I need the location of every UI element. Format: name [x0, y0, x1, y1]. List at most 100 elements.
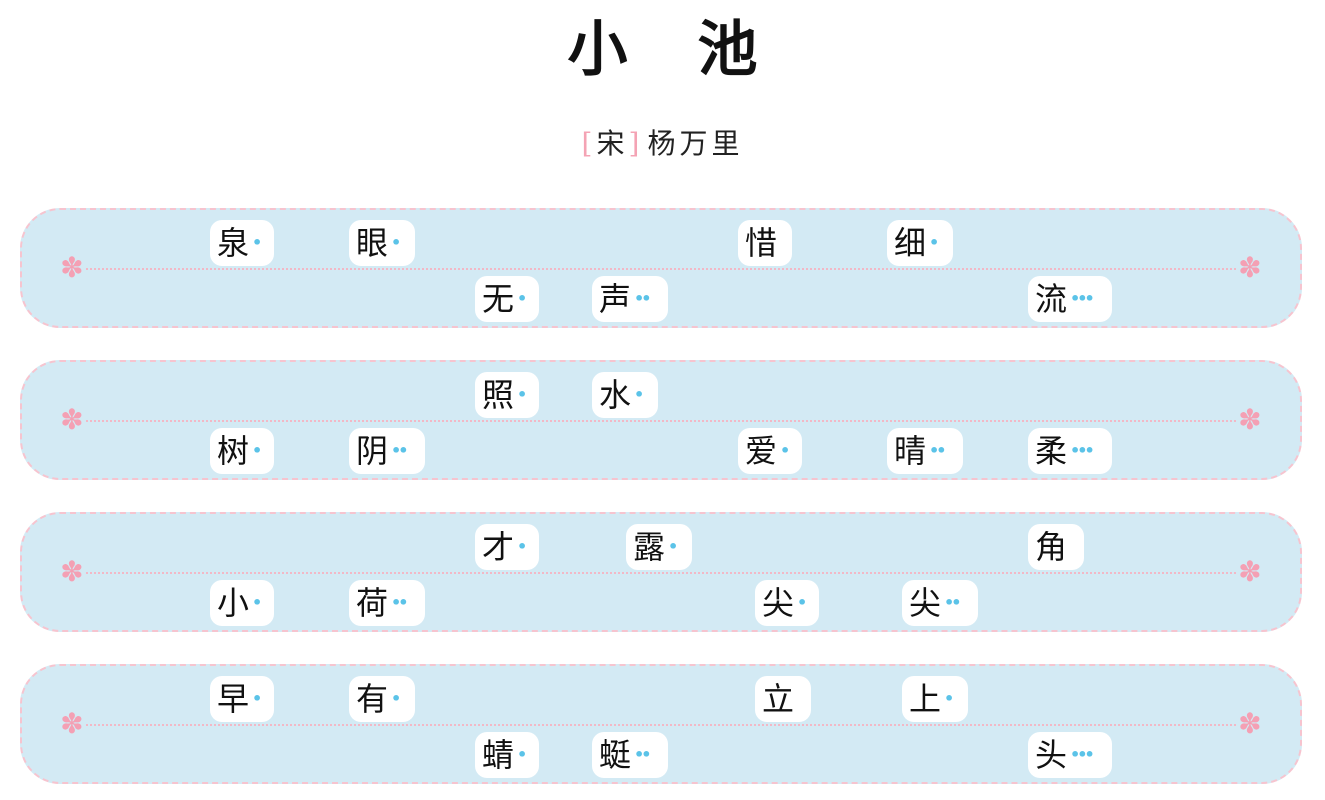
poem-line-3: ✽ ✽ 小 • 荷 •• 才 • 露 • 尖 • 尖 •• 角 [20, 512, 1302, 632]
char-cell: 上 • [902, 676, 968, 722]
bracket-open: [ [581, 127, 593, 160]
char-cell: 爱 • [738, 428, 802, 474]
poem-char: 露 [633, 528, 666, 566]
char-cell: 阴 •• [349, 428, 425, 474]
rhythm-dots: • [517, 745, 527, 764]
rhythm-dots: • [252, 689, 262, 708]
rhythm-dots: •• [634, 289, 652, 308]
poem-char: 无 [482, 280, 515, 318]
rhythm-dots: • [252, 441, 262, 460]
rhythm-dots: • [797, 593, 807, 612]
flower-icon: ✽ [1238, 555, 1262, 588]
poem-char: 眼 [356, 224, 389, 262]
rhythm-dots: • [668, 537, 678, 556]
poem-char: 树 [217, 432, 250, 470]
flower-icon: ✽ [1238, 403, 1262, 436]
poem-char: 才 [482, 528, 515, 566]
poet-name: 杨万里 [647, 127, 744, 160]
poem-line-4: ✽ ✽ 早 • 有 • 蜻 • 蜓 •• 立 上 • 头 ••• [20, 664, 1302, 784]
rhythm-dots: • [391, 689, 401, 708]
rhythm-dots: • [634, 385, 644, 404]
poem-title: 小池 [567, 15, 828, 85]
char-cell: 柔 ••• [1028, 428, 1112, 474]
bracket-close: ] [628, 127, 640, 160]
rhythm-dots: ••• [1070, 441, 1095, 460]
char-cell: 蜓 •• [592, 732, 668, 778]
poem-char: 柔 [1035, 432, 1068, 470]
poem-char: 早 [217, 680, 250, 718]
char-cell: 树 • [210, 428, 274, 474]
poem-char: 荷 [356, 584, 389, 622]
rhythm-dots: • [929, 233, 939, 252]
rhythm-dots: • [252, 593, 262, 612]
rhythm-dots: ••• [1070, 289, 1095, 308]
flower-icon: ✽ [60, 555, 84, 588]
char-cell: 水 • [592, 372, 658, 418]
char-cell: 无 • [475, 276, 539, 322]
char-cell: 露 • [626, 524, 692, 570]
poem-char: 头 [1035, 736, 1068, 774]
poem-char: 细 [894, 224, 927, 262]
poem-char: 阴 [356, 432, 389, 470]
poem-char: 声 [599, 280, 632, 318]
poem-char: 小 [217, 584, 250, 622]
author-line: [宋] 杨万里 [0, 124, 1325, 164]
poem-line-1: ✽ ✽ 泉 • 眼 • 无 • 声 •• 惜 细 • 流 ••• [20, 208, 1302, 328]
midline [86, 268, 1236, 270]
rhythm-dots: • [517, 289, 527, 308]
rhythm-dots: • [252, 233, 262, 252]
char-cell: 尖 •• [902, 580, 978, 626]
char-cell: 泉 • [210, 220, 274, 266]
rhythm-dots: • [944, 689, 954, 708]
rhythm-dots: • [517, 537, 527, 556]
char-cell: 立 [755, 676, 811, 722]
char-cell: 有 • [349, 676, 415, 722]
midline [86, 420, 1236, 422]
rhythm-dots: •• [391, 441, 409, 460]
rhythm-dots: • [517, 385, 527, 404]
poem-char: 晴 [894, 432, 927, 470]
rhythm-dots: ••• [1070, 745, 1095, 764]
char-cell: 荷 •• [349, 580, 425, 626]
poem-char: 蜻 [482, 736, 515, 774]
poem-char: 水 [599, 376, 632, 414]
flower-icon: ✽ [60, 403, 84, 436]
rhythm-dots: • [780, 441, 790, 460]
char-cell: 细 • [887, 220, 953, 266]
char-cell: 声 •• [592, 276, 668, 322]
char-cell: 流 ••• [1028, 276, 1112, 322]
rhythm-dots: •• [929, 441, 947, 460]
poem-char: 立 [762, 680, 795, 718]
char-cell: 照 • [475, 372, 539, 418]
char-cell: 晴 •• [887, 428, 963, 474]
poem-line-2: ✽ ✽ 树 • 阴 •• 照 • 水 • 爱 • 晴 •• 柔 ••• [20, 360, 1302, 480]
char-cell: 才 • [475, 524, 539, 570]
poem-char: 上 [909, 680, 942, 718]
poem-char: 蜓 [599, 736, 632, 774]
poem-char: 爱 [745, 432, 778, 470]
midline [86, 724, 1236, 726]
poem-char: 尖 [762, 584, 795, 622]
poem-char: 有 [356, 680, 389, 718]
poem-char: 尖 [909, 584, 942, 622]
poem-char: 角 [1035, 528, 1068, 566]
flower-icon: ✽ [60, 707, 84, 740]
char-cell: 蜻 • [475, 732, 539, 778]
midline [86, 572, 1236, 574]
flower-icon: ✽ [1238, 707, 1262, 740]
rhythm-dots: •• [944, 593, 962, 612]
poem-char: 照 [482, 376, 515, 414]
char-cell: 小 • [210, 580, 274, 626]
rhythm-dots: •• [634, 745, 652, 764]
char-cell: 头 ••• [1028, 732, 1112, 778]
char-cell: 早 • [210, 676, 274, 722]
rhythm-dots: • [391, 233, 401, 252]
poem-char: 流 [1035, 280, 1068, 318]
char-cell: 角 [1028, 524, 1084, 570]
char-cell: 眼 • [349, 220, 415, 266]
rhythm-dots: •• [391, 593, 409, 612]
poem-char: 惜 [745, 224, 778, 262]
flower-icon: ✽ [1238, 251, 1262, 284]
flower-icon: ✽ [60, 251, 84, 284]
char-cell: 尖 • [755, 580, 819, 626]
